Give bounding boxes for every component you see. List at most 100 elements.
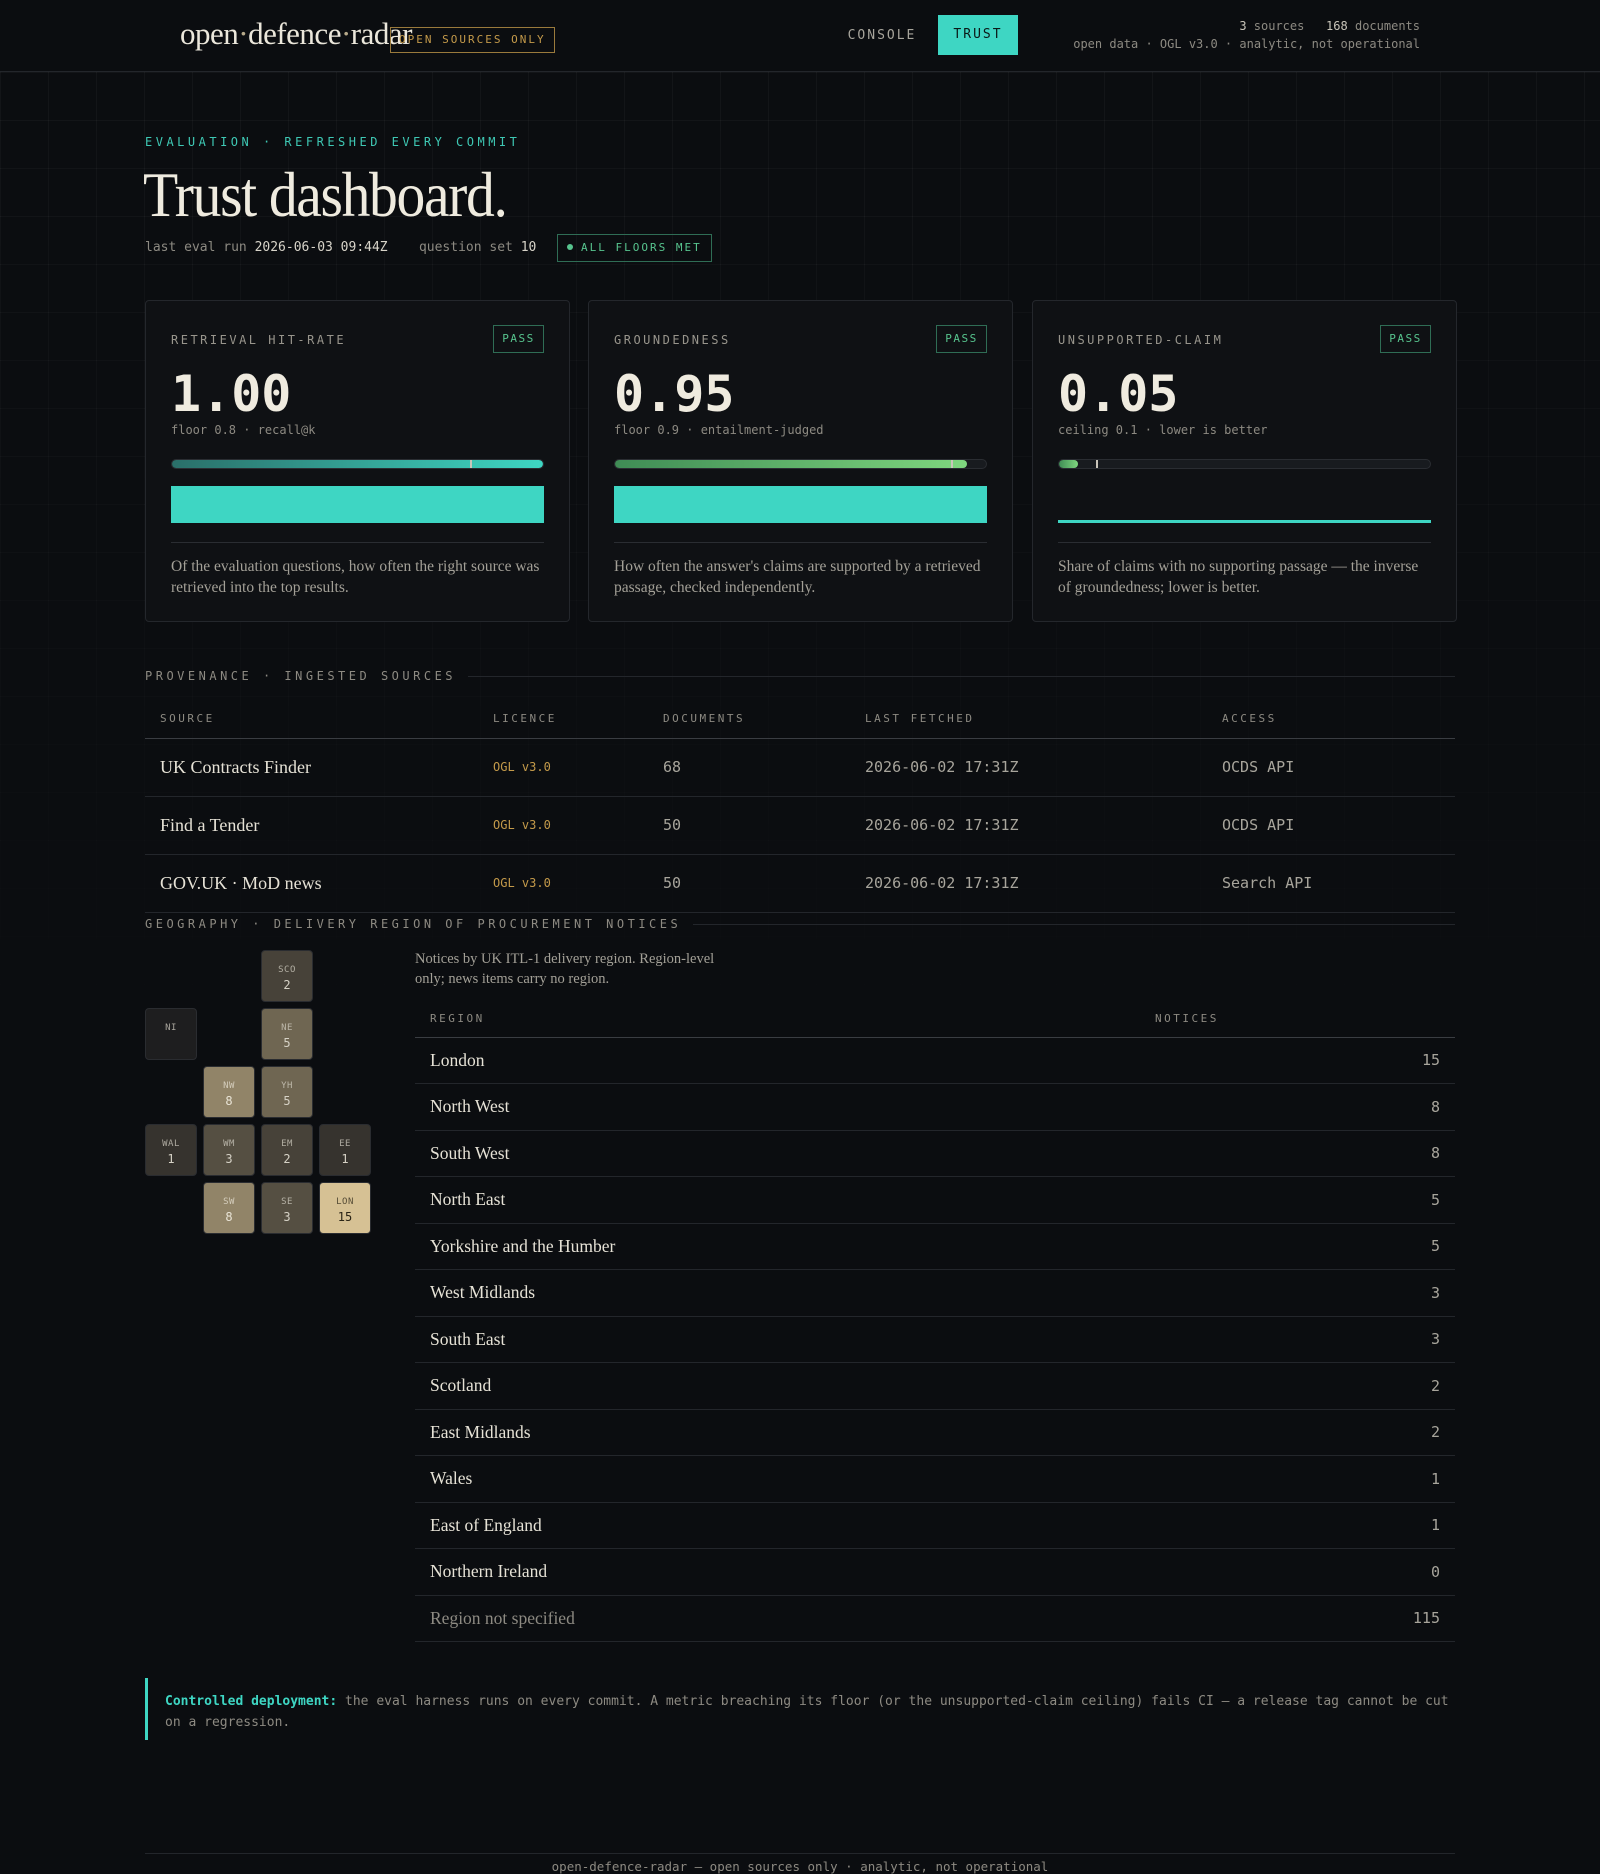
region-tile-lon[interactable]: LON 15 — [319, 1182, 371, 1234]
table-row[interactable]: London 15 — [415, 1037, 1455, 1084]
metric-threshold: ceiling 0.1 · lower is better — [1058, 423, 1268, 437]
col-region[interactable]: REGION — [415, 1004, 1155, 1038]
provenance-heading: PROVENANCE · INGESTED SOURCES — [145, 668, 1455, 684]
metric-value: 0.95 — [614, 365, 735, 423]
metric-label: GROUNDEDNESS — [614, 333, 731, 347]
notice-count: 2 — [1155, 1409, 1455, 1456]
last-fetched: 2026-06-02 17:31Z — [865, 796, 1222, 855]
tile-count: 2 — [283, 1152, 291, 1166]
tile-code: NW — [223, 1081, 235, 1091]
sources-table: SOURCE LICENCE DOCUMENTS LAST FETCHED AC… — [145, 704, 1455, 913]
table-row[interactable]: South East 3 — [415, 1316, 1455, 1363]
table-row[interactable]: Scotland 2 — [415, 1362, 1455, 1410]
metric-bar — [1058, 520, 1431, 523]
status-dot-icon — [567, 244, 573, 250]
table-row[interactable]: UK Contracts Finder OGL v3.0 68 2026-06-… — [145, 738, 1455, 797]
region-name: South West — [415, 1130, 1155, 1177]
metric-progress-track — [1058, 459, 1431, 469]
header-meta: 3 sources 168 documents open data · OGL … — [1073, 19, 1420, 51]
licence: OGL v3.0 — [493, 796, 663, 855]
col-source[interactable]: SOURCE — [145, 704, 493, 739]
metric-progress-track — [171, 459, 544, 469]
region-name: Northern Ireland — [415, 1548, 1155, 1596]
region-tile-ni[interactable]: NI — [145, 1008, 197, 1060]
region-tile-wal[interactable]: WAL 1 — [145, 1124, 197, 1176]
threshold-marker — [1096, 460, 1099, 468]
metric-threshold: floor 0.8 · recall@k — [171, 423, 316, 437]
tile-code: SE — [281, 1197, 293, 1207]
metric-description: Of the evaluation questions, how often t… — [171, 558, 540, 596]
notice-count: 3 — [1155, 1269, 1455, 1317]
document-count: 50 — [663, 796, 865, 855]
tile-count: 8 — [225, 1210, 233, 1224]
access-method: Search API — [1222, 854, 1455, 913]
logo[interactable]: open·defence·radar — [180, 16, 412, 52]
col-documents[interactable]: DOCUMENTS — [663, 704, 865, 739]
region-name: South East — [415, 1316, 1155, 1363]
tile-count: 8 — [225, 1094, 233, 1108]
region-name: East of England — [415, 1502, 1155, 1549]
nav-console-link[interactable]: CONSOLE — [842, 16, 922, 56]
table-row[interactable]: South West 8 — [415, 1130, 1455, 1177]
table-row[interactable]: East of England 1 — [415, 1502, 1455, 1549]
region-tile-sco[interactable]: SCO 2 — [261, 950, 313, 1002]
regions-table: REGION NOTICES London 15 North West 8 South … — [415, 1004, 1455, 1642]
region-tile-em[interactable]: EM 2 — [261, 1124, 313, 1176]
region-tile-yh[interactable]: YH 5 — [261, 1066, 313, 1118]
col-access[interactable]: ACCESS — [1222, 704, 1455, 739]
notice-count: 5 — [1155, 1176, 1455, 1224]
threshold-marker — [950, 460, 953, 468]
tile-count: 15 — [337, 1210, 353, 1224]
table-row[interactable]: North East 5 — [415, 1176, 1455, 1224]
threshold-marker — [470, 460, 473, 468]
table-row[interactable]: North West 8 — [415, 1083, 1455, 1131]
hero-eyebrow: EVALUATION · REFRESHED EVERY COMMIT — [145, 135, 521, 149]
document-count: 68 — [663, 738, 865, 797]
nav-trust-link-active[interactable]: TRUST — [938, 15, 1018, 55]
tile-code: EE — [339, 1139, 351, 1149]
table-row[interactable]: West Midlands 3 — [415, 1269, 1455, 1317]
notice-count: 2 — [1155, 1362, 1455, 1410]
notice-count: 115 — [1155, 1595, 1455, 1642]
card-divider — [614, 542, 987, 543]
region-tile-se[interactable]: SE 3 — [261, 1182, 313, 1234]
notice-count: 5 — [1155, 1223, 1455, 1270]
region-name: North East — [415, 1176, 1155, 1224]
region-tile-nw[interactable]: NW 8 — [203, 1066, 255, 1118]
table-row[interactable]: Yorkshire and the Humber 5 — [415, 1223, 1455, 1270]
region-name: London — [415, 1037, 1155, 1084]
top-bar: open·defence·radar OPEN SOURCES ONLY CON… — [0, 0, 1600, 72]
region-tile-ne[interactable]: NE 5 — [261, 1008, 313, 1060]
metric-card-unsupported-claim: UNSUPPORTED-CLAIM PASS 0.05 ceiling 0.1 … — [1032, 300, 1457, 622]
geography-note: Notices by UK ITL-1 delivery region. Reg… — [415, 951, 715, 987]
region-tile-wm[interactable]: WM 3 — [203, 1124, 255, 1176]
region-tile-ee[interactable]: EE 1 — [319, 1124, 371, 1176]
table-row[interactable]: Wales 1 — [415, 1455, 1455, 1503]
notice-count: 1 — [1155, 1502, 1455, 1549]
last-fetched: 2026-06-02 17:31Z — [865, 738, 1222, 797]
col-licence[interactable]: LICENCE — [493, 704, 663, 739]
notice-count: 15 — [1155, 1037, 1455, 1084]
metric-value: 1.00 — [171, 365, 292, 423]
col-last-fetched[interactable]: LAST FETCHED — [865, 704, 1222, 739]
region-name: East Midlands — [415, 1409, 1155, 1456]
licence: OGL v3.0 — [493, 854, 663, 913]
table-header-row: REGION NOTICES — [415, 1004, 1455, 1038]
col-notices[interactable]: NOTICES — [1155, 1004, 1455, 1038]
table-row[interactable]: Find a Tender OGL v3.0 50 2026-06-02 17:… — [145, 796, 1455, 855]
tile-count: 1 — [341, 1152, 349, 1166]
table-row[interactable]: Northern Ireland 0 — [415, 1548, 1455, 1596]
region-tile-sw[interactable]: SW 8 — [203, 1182, 255, 1234]
access-method: OCDS API — [1222, 796, 1455, 855]
tile-count: 1 — [167, 1152, 175, 1166]
tile-code: WAL — [162, 1139, 180, 1149]
table-row[interactable]: GOV.UK · MoD news OGL v3.0 50 2026-06-02… — [145, 854, 1455, 913]
pass-badge: PASS — [493, 325, 544, 353]
last-fetched: 2026-06-02 17:31Z — [865, 854, 1222, 913]
table-row[interactable]: East Midlands 2 — [415, 1409, 1455, 1456]
tile-code: YH — [281, 1081, 293, 1091]
table-row[interactable]: Region not specified 115 — [415, 1595, 1455, 1642]
metric-card-retrieval: RETRIEVAL HIT-RATE PASS 1.00 floor 0.8 ·… — [145, 300, 570, 622]
tile-count: 3 — [225, 1152, 233, 1166]
tile-code: EM — [281, 1139, 293, 1149]
